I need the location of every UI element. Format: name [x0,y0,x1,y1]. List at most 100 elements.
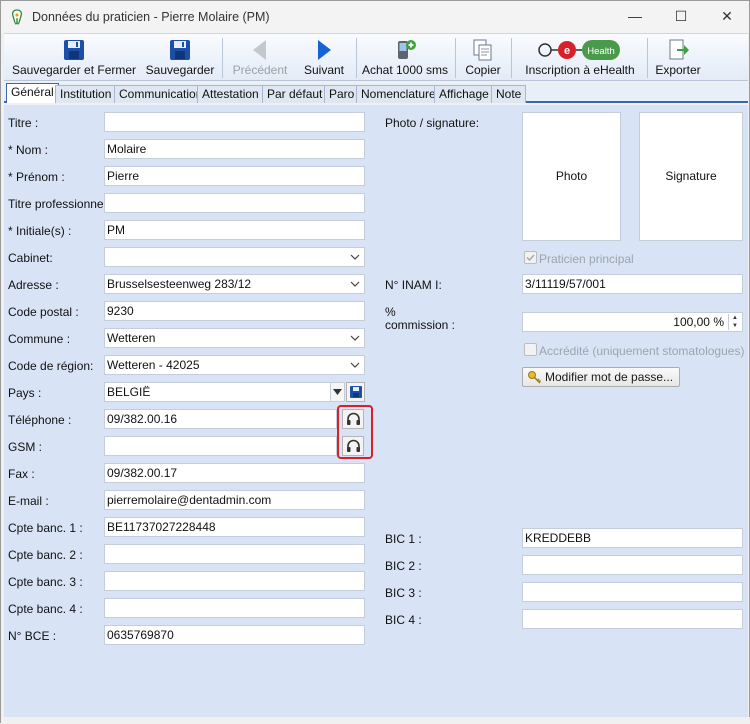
tab-attestation[interactable]: Attestation [197,85,264,103]
photo-placeholder: Photo [555,169,588,183]
email-label: E-mail : [8,494,49,508]
commission-spinner[interactable]: 100,00 % ▲ ▼ [522,312,743,332]
chevron-down-icon [350,281,360,287]
save-button[interactable]: Sauvegarder [144,34,216,81]
initiales-label: * Initiale(s) : [8,224,72,238]
cpte3-field[interactable] [104,571,365,591]
tab-affichage[interactable]: Affichage [434,85,494,103]
tab-paro[interactable]: Paro [324,85,360,103]
bce-field[interactable]: 0635769870 [104,625,365,645]
checkmark-icon [526,254,535,262]
cpte2-label: Cpte banc. 2 : [8,548,83,562]
modify-password-button[interactable]: Modifier mot de passe... [522,367,681,387]
commission-value: 100,00 % [673,315,724,329]
password-key-icon [528,371,542,384]
titre-field[interactable] [104,112,365,132]
inami-field[interactable]: 3/11119/57/001 [522,274,743,294]
next-button[interactable]: Suivant [296,34,352,81]
tab-institution[interactable]: Institution [55,85,117,103]
tab-par-defaut[interactable]: Par défaut [262,85,328,103]
cpte4-field[interactable] [104,598,365,618]
pays-select[interactable]: BELGIË [104,382,345,402]
copy-button[interactable]: Copier [460,34,506,81]
gsm-field[interactable] [104,436,337,456]
previous-arrow-icon [253,40,266,60]
ehealth-button[interactable]: e Health Inscription à eHealth [516,34,644,81]
cpte1-label: Cpte banc. 1 : [8,521,83,535]
save-icon [170,40,190,60]
cpte4-label: Cpte banc. 4 : [8,602,83,616]
close-button[interactable]: ✕ [704,1,750,31]
bic3-field[interactable] [522,582,743,602]
code-postal-field[interactable]: 9230 [104,301,365,321]
cpte3-label: Cpte banc. 3 : [8,575,83,589]
pays-dropdown-button[interactable] [330,383,344,401]
modify-password-label: Modifier mot de passe... [545,370,674,384]
signature-box[interactable]: Signature [639,112,743,241]
buy-sms-button[interactable]: Achat 1000 sms [359,34,451,81]
telephone-field[interactable]: 09/382.00.16 [104,409,337,429]
commission-label-percent: % [385,305,396,319]
maximize-button[interactable]: ☐ [658,1,704,31]
chevron-down-icon [350,335,360,341]
commission-spin-buttons[interactable]: ▲ ▼ [728,314,741,330]
spin-up-icon[interactable]: ▲ [729,314,741,322]
titre-pro-field[interactable] [104,193,365,213]
export-button[interactable]: Exporter [650,34,706,81]
bic3-label: BIC 3 : [385,586,422,600]
copy-icon [473,39,492,61]
inami-label: N° INAM I: [385,278,442,292]
praticien-principal-label: Praticien principal [539,252,634,266]
ehealth-logo-text: Health [587,46,614,57]
chevron-down-icon [333,389,342,395]
save-close-button[interactable]: Sauvegarder et Fermer [9,34,139,81]
nom-field[interactable]: Molaire [104,139,365,159]
email-field[interactable]: pierremolaire@dentadmin.com [104,490,365,510]
initiales-field[interactable]: PM [104,220,365,240]
adresse-select[interactable]: Brusselsesteenweg 283/12 [104,274,365,294]
commission-label: commission : [385,318,456,332]
tab-nomenclature[interactable]: Nomenclature [356,85,441,103]
next-arrow-icon [318,40,331,60]
title-bar: Données du praticien - Pierre Molaire (P… [1,1,749,33]
toolbar-separator [455,38,456,78]
commune-label: Commune : [8,332,71,346]
cabinet-select[interactable] [104,247,365,267]
ehealth-logo-icon: e Health [538,40,620,60]
minimize-button[interactable]: — [612,1,658,31]
accredite-checkbox[interactable] [524,343,537,356]
signature-placeholder: Signature [665,169,717,183]
bic2-field[interactable] [522,555,743,575]
pays-value: BELGIË [107,385,151,399]
commune-select[interactable]: Wetteren [104,328,365,348]
tab-communication[interactable]: Communication [114,85,208,103]
praticien-principal-checkbox[interactable] [524,251,537,264]
cpte2-field[interactable] [104,544,365,564]
nom-label: * Nom : [8,143,49,157]
photo-box[interactable]: Photo [522,112,621,241]
fax-field[interactable]: 09/382.00.17 [104,463,365,483]
bic4-label: BIC 4 : [385,613,422,627]
bic1-field[interactable]: KREDDEBB [522,528,743,548]
prenom-field[interactable]: Pierre [104,166,365,186]
code-postal-label: Code postal : [8,305,79,319]
tab-general[interactable]: Général [6,83,59,103]
ehealth-label: Inscription à eHealth [525,63,635,77]
spin-down-icon[interactable]: ▼ [729,322,741,330]
bic4-field[interactable] [522,609,743,629]
practitioner-window: Données du praticien - Pierre Molaire (P… [0,0,750,724]
tab-note[interactable]: Note [491,85,527,103]
commune-value: Wetteren [107,331,156,345]
pays-save-button[interactable] [346,382,365,402]
fax-label: Fax : [8,467,35,481]
cpte1-field[interactable]: BE11737027228448 [104,517,365,537]
next-label: Suivant [303,63,345,77]
bce-label: N° BCE : [8,629,57,643]
pays-label: Pays : [8,386,42,400]
previous-button[interactable]: Précédent [228,34,292,81]
code-region-select[interactable]: Wetteren - 42025 [104,355,365,375]
accredite-label: Accrédité (uniquement stomatologues) [539,344,745,358]
headset-buttons-highlight [337,405,373,459]
window-title: Données du praticien - Pierre Molaire (P… [32,10,270,24]
toolbar-separator [356,38,357,78]
